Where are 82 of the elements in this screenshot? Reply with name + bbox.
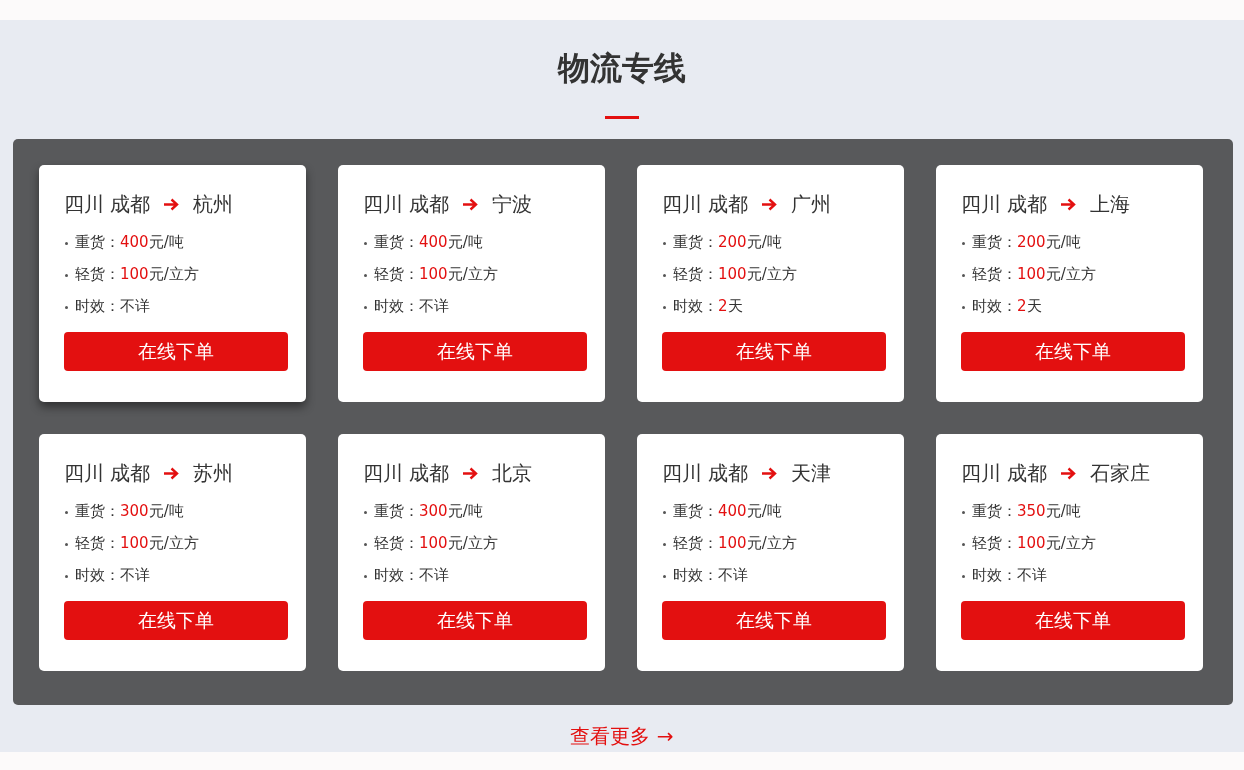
bullet-icon	[65, 274, 68, 277]
bullet-icon	[364, 511, 367, 514]
route-detail: 重货：300元/吨	[374, 501, 483, 521]
bullet-icon	[663, 274, 666, 277]
destination-city: 上海	[1090, 191, 1131, 218]
view-more-link[interactable]: 查看更多 →	[570, 722, 674, 750]
origin-city: 四川 成都	[662, 460, 749, 487]
bullet-icon	[663, 306, 666, 309]
bullet-icon	[65, 543, 68, 546]
route-detail: 轻货：100元/立方	[673, 533, 797, 553]
order-online-button[interactable]: 在线下单	[363, 601, 587, 640]
route-detail: 时效：不详	[374, 565, 449, 585]
route-detail: 时效：不详	[972, 565, 1047, 585]
route-detail: 时效：不详	[374, 296, 449, 316]
origin-city: 四川 成都	[363, 191, 450, 218]
arrow-right-icon	[1060, 466, 1077, 480]
origin-city: 四川 成都	[961, 191, 1048, 218]
destination-city: 宁波	[492, 191, 533, 218]
section-title: 物流专线	[558, 48, 686, 88]
order-online-button[interactable]: 在线下单	[961, 601, 1185, 640]
bullet-icon	[364, 242, 367, 245]
route-detail: 时效：不详	[673, 565, 748, 585]
origin-city: 四川 成都	[64, 191, 151, 218]
order-online-button[interactable]: 在线下单	[961, 332, 1185, 371]
arrow-right-icon	[1060, 197, 1077, 211]
arrow-right-icon	[761, 466, 778, 480]
route-detail: 轻货：100元/立方	[972, 264, 1096, 284]
order-online-button[interactable]: 在线下单	[363, 332, 587, 371]
bullet-icon	[364, 575, 367, 578]
arrow-right-icon	[761, 197, 778, 211]
destination-city: 苏州	[193, 460, 234, 487]
arrow-right-icon	[462, 466, 479, 480]
origin-city: 四川 成都	[662, 191, 749, 218]
order-online-button[interactable]: 在线下单	[64, 332, 288, 371]
arrow-right-icon	[163, 197, 180, 211]
bullet-icon	[962, 274, 965, 277]
bullet-icon	[962, 511, 965, 514]
destination-city: 杭州	[193, 191, 234, 218]
bullet-icon	[962, 575, 965, 578]
route-detail: 时效：不详	[75, 296, 150, 316]
origin-city: 四川 成都	[64, 460, 151, 487]
route-detail: 重货：350元/吨	[972, 501, 1081, 521]
bullet-icon	[364, 543, 367, 546]
bullet-icon	[65, 575, 68, 578]
route-detail: 轻货：100元/立方	[374, 533, 498, 553]
bullet-icon	[663, 242, 666, 245]
route-detail: 轻货：100元/立方	[972, 533, 1096, 553]
bullet-icon	[962, 543, 965, 546]
route-detail: 轻货：100元/立方	[75, 264, 199, 284]
route-detail: 时效：2天	[673, 296, 743, 316]
route-detail: 轻货：100元/立方	[673, 264, 797, 284]
order-online-button[interactable]: 在线下单	[64, 601, 288, 640]
bullet-icon	[65, 306, 68, 309]
bullet-icon	[962, 306, 965, 309]
bullet-icon	[65, 511, 68, 514]
route-detail: 重货：200元/吨	[972, 232, 1081, 252]
destination-city: 天津	[791, 460, 832, 487]
origin-city: 四川 成都	[961, 460, 1048, 487]
destination-city: 北京	[492, 460, 533, 487]
bullet-icon	[663, 511, 666, 514]
route-detail: 重货：400元/吨	[75, 232, 184, 252]
bullet-icon	[65, 242, 68, 245]
bullet-icon	[663, 575, 666, 578]
route-detail: 重货：400元/吨	[374, 232, 483, 252]
bullet-icon	[962, 242, 965, 245]
bullet-icon	[364, 306, 367, 309]
destination-city: 石家庄	[1090, 460, 1151, 487]
origin-city: 四川 成都	[363, 460, 450, 487]
arrow-right-icon	[163, 466, 180, 480]
route-detail: 时效：2天	[972, 296, 1042, 316]
route-detail: 时效：不详	[75, 565, 150, 585]
route-detail: 轻货：100元/立方	[75, 533, 199, 553]
order-online-button[interactable]: 在线下单	[662, 332, 886, 371]
bullet-icon	[364, 274, 367, 277]
route-detail: 重货：300元/吨	[75, 501, 184, 521]
route-detail: 重货：400元/吨	[673, 501, 782, 521]
bullet-icon	[663, 543, 666, 546]
arrow-right-icon	[462, 197, 479, 211]
route-detail: 重货：200元/吨	[673, 232, 782, 252]
destination-city: 广州	[791, 191, 832, 218]
order-online-button[interactable]: 在线下单	[662, 601, 886, 640]
route-detail: 轻货：100元/立方	[374, 264, 498, 284]
